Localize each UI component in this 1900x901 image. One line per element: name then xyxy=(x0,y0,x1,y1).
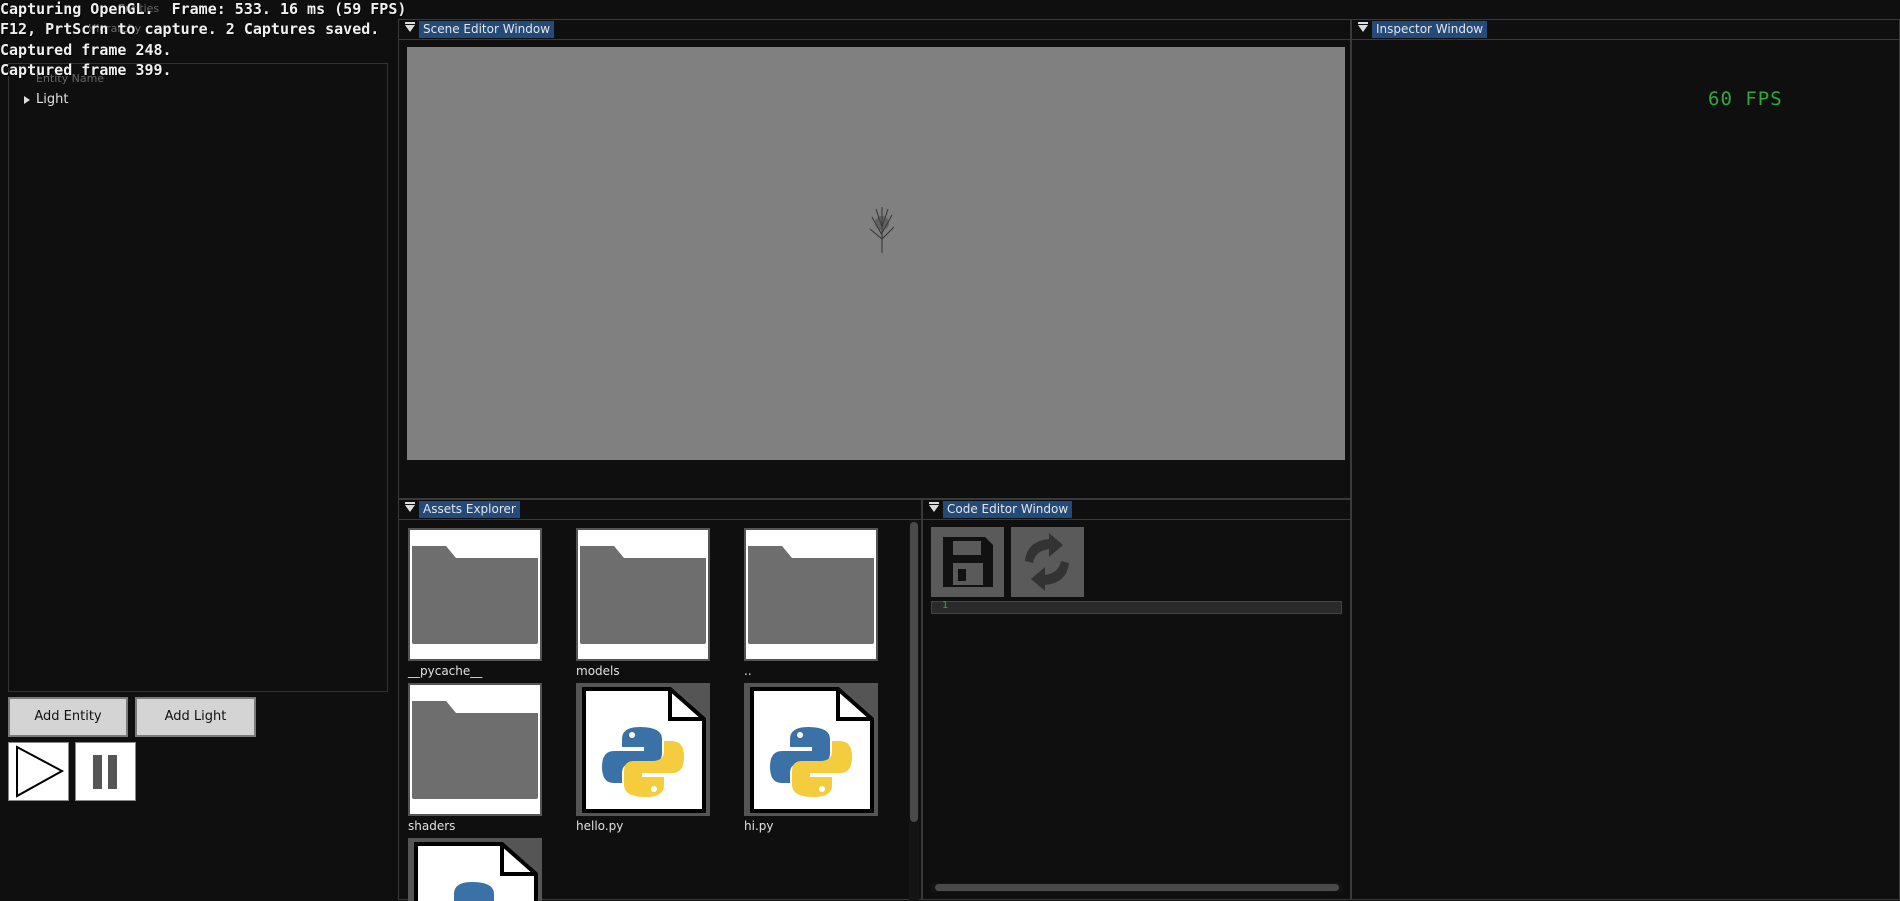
assets-scrollbar[interactable] xyxy=(909,520,919,900)
tree-model-icon xyxy=(869,207,895,253)
scene-titlebar[interactable]: Scene Editor Window xyxy=(399,20,1350,40)
reload-icon xyxy=(1025,533,1069,591)
hierarchy-panel: Entities Hierarchy Entity Name Light Add… xyxy=(0,0,398,900)
code-horizontal-scrollbar[interactable] xyxy=(931,883,1342,892)
inspector-window: Inspector Window 60 FPS xyxy=(1351,19,1900,900)
asset-label: shaders xyxy=(408,819,456,833)
floppy-disk-icon xyxy=(943,537,993,587)
assets-window-title: Assets Explorer xyxy=(419,501,520,518)
fps-counter: 60 FPS xyxy=(1708,88,1783,110)
reload-button[interactable] xyxy=(1011,527,1084,597)
folder-icon xyxy=(412,701,538,799)
asset-label: .. xyxy=(744,664,752,678)
asset-file-partial[interactable] xyxy=(408,838,542,901)
capture-hint-line: F12, PrtScrn to capture. 2 Captures save… xyxy=(0,20,380,38)
collapse-arrow-icon[interactable] xyxy=(1358,22,1368,32)
python-file-icon xyxy=(582,687,706,813)
inspector-window-title: Inspector Window xyxy=(1372,21,1488,38)
pause-button[interactable] xyxy=(75,742,136,801)
pause-icon xyxy=(93,755,117,789)
code-editor-window: Code Editor Window 1 xyxy=(922,499,1351,900)
asset-folder-models[interactable] xyxy=(576,528,710,661)
add-entity-button[interactable]: Add Entity xyxy=(8,697,128,737)
folder-icon xyxy=(580,546,706,644)
python-file-icon xyxy=(414,842,538,901)
scene-window-title: Scene Editor Window xyxy=(419,21,555,38)
inspector-titlebar[interactable]: Inspector Window xyxy=(1352,20,1899,40)
python-file-icon xyxy=(750,687,874,813)
asset-folder-shaders[interactable] xyxy=(408,683,542,816)
code-window-title: Code Editor Window xyxy=(943,501,1073,518)
tree-item-light[interactable]: Light xyxy=(22,92,142,108)
assets-explorer-window: Assets Explorer __pycache__ models .. sh… xyxy=(398,499,922,901)
asset-label: hello.py xyxy=(576,819,624,833)
asset-file-hello-py[interactable] xyxy=(576,683,710,816)
tree-expand-arrow-icon[interactable] xyxy=(24,96,30,104)
assets-scrollbar-thumb[interactable] xyxy=(910,522,918,822)
asset-folder-pycache[interactable] xyxy=(408,528,542,661)
asset-label: __pycache__ xyxy=(408,664,483,678)
folder-icon xyxy=(748,546,874,644)
collapse-arrow-icon[interactable] xyxy=(929,502,939,512)
asset-label: models xyxy=(576,664,620,678)
asset-label: hi.py xyxy=(744,819,774,833)
tree-item-label: Light xyxy=(36,92,69,107)
code-scrollbar-thumb[interactable] xyxy=(935,884,1339,891)
code-text-area[interactable]: 1 xyxy=(931,600,1342,614)
asset-file-hi-py[interactable] xyxy=(744,683,878,816)
add-light-button[interactable]: Add Light xyxy=(135,697,256,737)
assets-titlebar[interactable]: Assets Explorer xyxy=(399,500,921,520)
code-titlebar[interactable]: Code Editor Window xyxy=(923,500,1350,520)
line-number: 1 xyxy=(942,600,949,611)
captured-frame-line: Captured frame 248. xyxy=(0,41,172,59)
scene-viewport[interactable] xyxy=(407,47,1345,460)
folder-icon xyxy=(412,546,538,644)
play-button[interactable] xyxy=(8,742,69,801)
asset-folder-parent[interactable] xyxy=(744,528,878,661)
capture-status-line: Capturing OpenGL. Frame: 533. 16 ms (59 … xyxy=(0,0,407,18)
scene-editor-window: Scene Editor Window xyxy=(398,19,1351,499)
captured-frame-line: Captured frame 399. xyxy=(0,61,172,79)
entity-list-box[interactable] xyxy=(8,63,388,692)
play-icon xyxy=(16,745,65,798)
collapse-arrow-icon[interactable] xyxy=(405,502,415,512)
save-button[interactable] xyxy=(931,527,1004,597)
collapse-arrow-icon[interactable] xyxy=(405,22,415,32)
